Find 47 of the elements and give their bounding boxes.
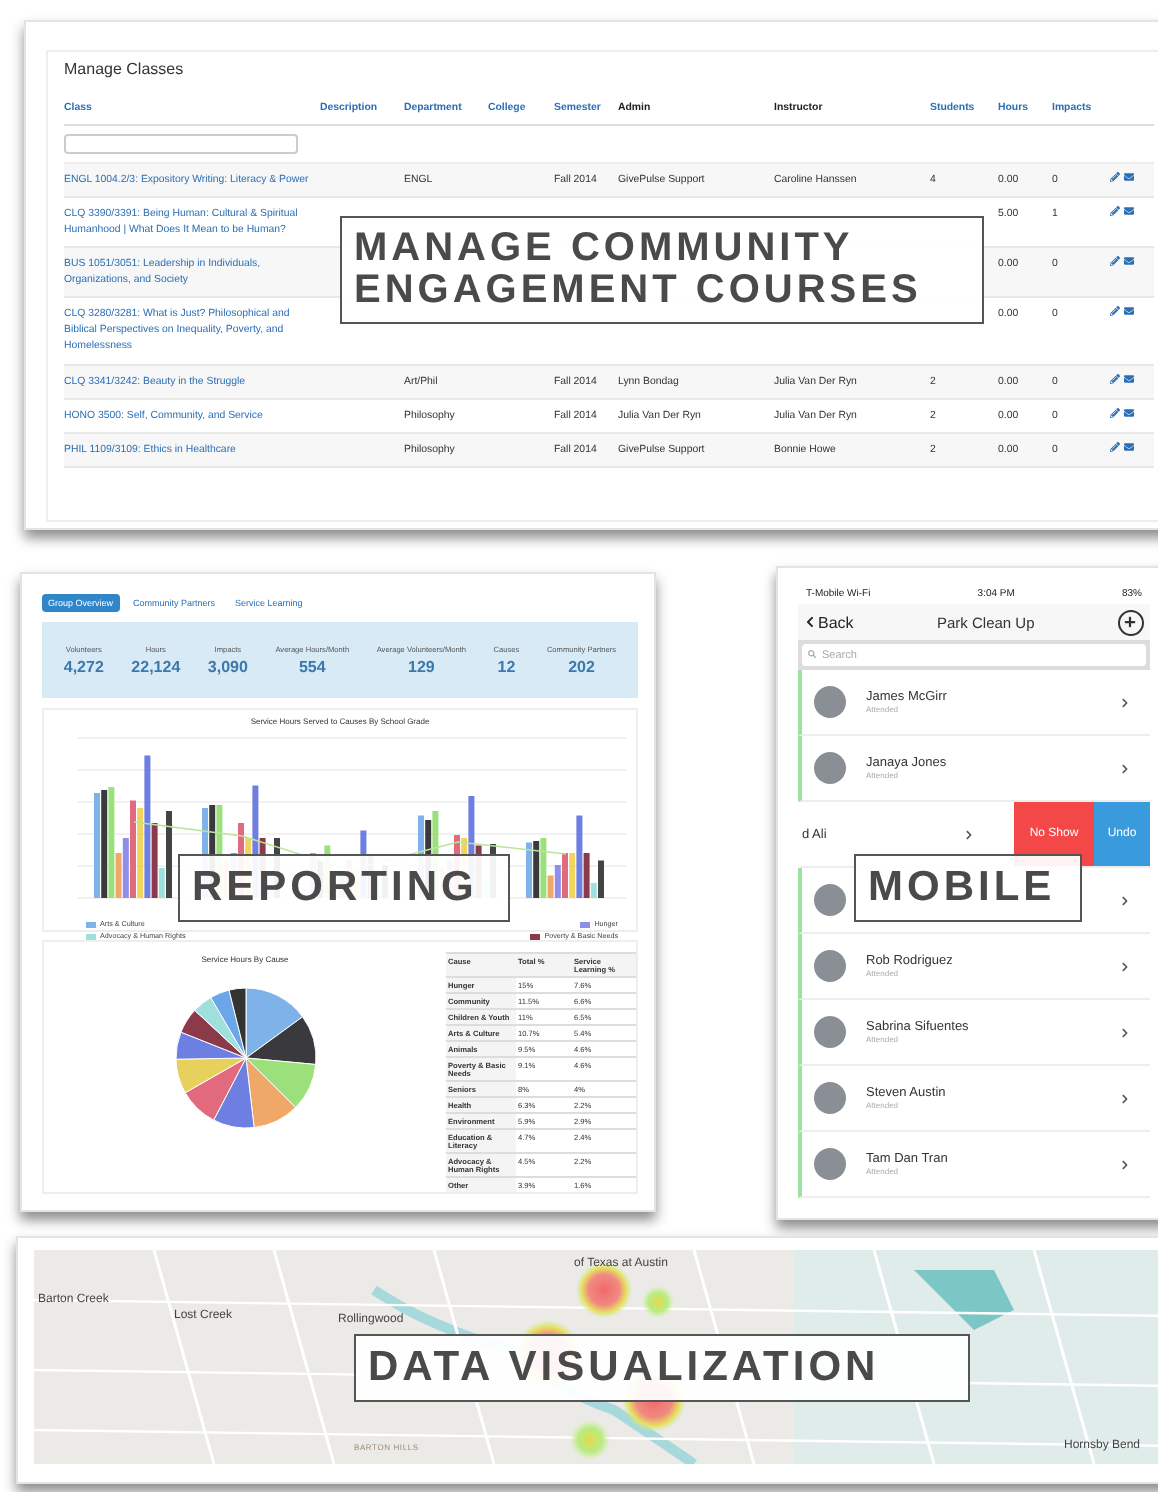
stat-value: 12 (497, 657, 516, 675)
chevron-icon (1120, 1093, 1130, 1103)
stat-value: 129 (408, 657, 435, 675)
panel-title: Manage Classes (64, 60, 186, 78)
pencil-icon[interactable] (1110, 407, 1120, 418)
chevron-icon (1120, 697, 1130, 707)
avatar (814, 1016, 846, 1048)
stat-value: 554 (298, 657, 326, 675)
pencil-icon[interactable] (1110, 256, 1120, 267)
plus-icon (1124, 616, 1137, 628)
pencil-icon[interactable] (1110, 206, 1120, 217)
avatar (814, 950, 846, 982)
stat-value: 22,124 (131, 657, 181, 675)
section-caption: MANAGE COMMUNITY ENGAGEMENT COURSES (340, 216, 984, 324)
stat-value: 4,272 (63, 657, 104, 675)
chevron-icon (1120, 1027, 1130, 1037)
stat-value: 202 (568, 657, 595, 675)
mail-icon[interactable] (1124, 441, 1134, 452)
chevron-icon (1120, 961, 1130, 971)
add-button[interactable] (1117, 609, 1144, 635)
back-button[interactable]: Back (804, 613, 854, 631)
pencil-icon[interactable] (1110, 373, 1120, 383)
avatar (814, 686, 846, 718)
pencil-icon[interactable] (1110, 306, 1120, 317)
chevron-icon (1120, 1159, 1130, 1169)
avatar (814, 1082, 846, 1114)
mail-icon[interactable] (1124, 256, 1134, 267)
pencil-icon[interactable] (1110, 172, 1120, 182)
chevron-icon (1120, 895, 1130, 905)
pencil-icon[interactable] (1110, 441, 1120, 452)
avatar (814, 1148, 846, 1180)
chevron-left-icon (804, 616, 816, 628)
section-caption: REPORTING (178, 854, 510, 923)
mail-icon[interactable] (1124, 172, 1134, 182)
mail-icon[interactable] (1124, 206, 1134, 217)
filter-field[interactable] (64, 134, 298, 154)
section-caption: MOBILE (854, 854, 1082, 923)
mail-icon[interactable] (1124, 306, 1134, 317)
avatar (814, 884, 846, 916)
chevron-icon (964, 829, 974, 839)
search-icon (808, 650, 816, 658)
mail-icon[interactable] (1124, 407, 1134, 418)
chevron-icon (1120, 763, 1130, 773)
stat-value: 3,090 (207, 657, 248, 675)
avatar (814, 752, 846, 784)
mail-icon[interactable] (1124, 373, 1134, 383)
section-caption: DATA VISUALIZATION (354, 1334, 970, 1403)
